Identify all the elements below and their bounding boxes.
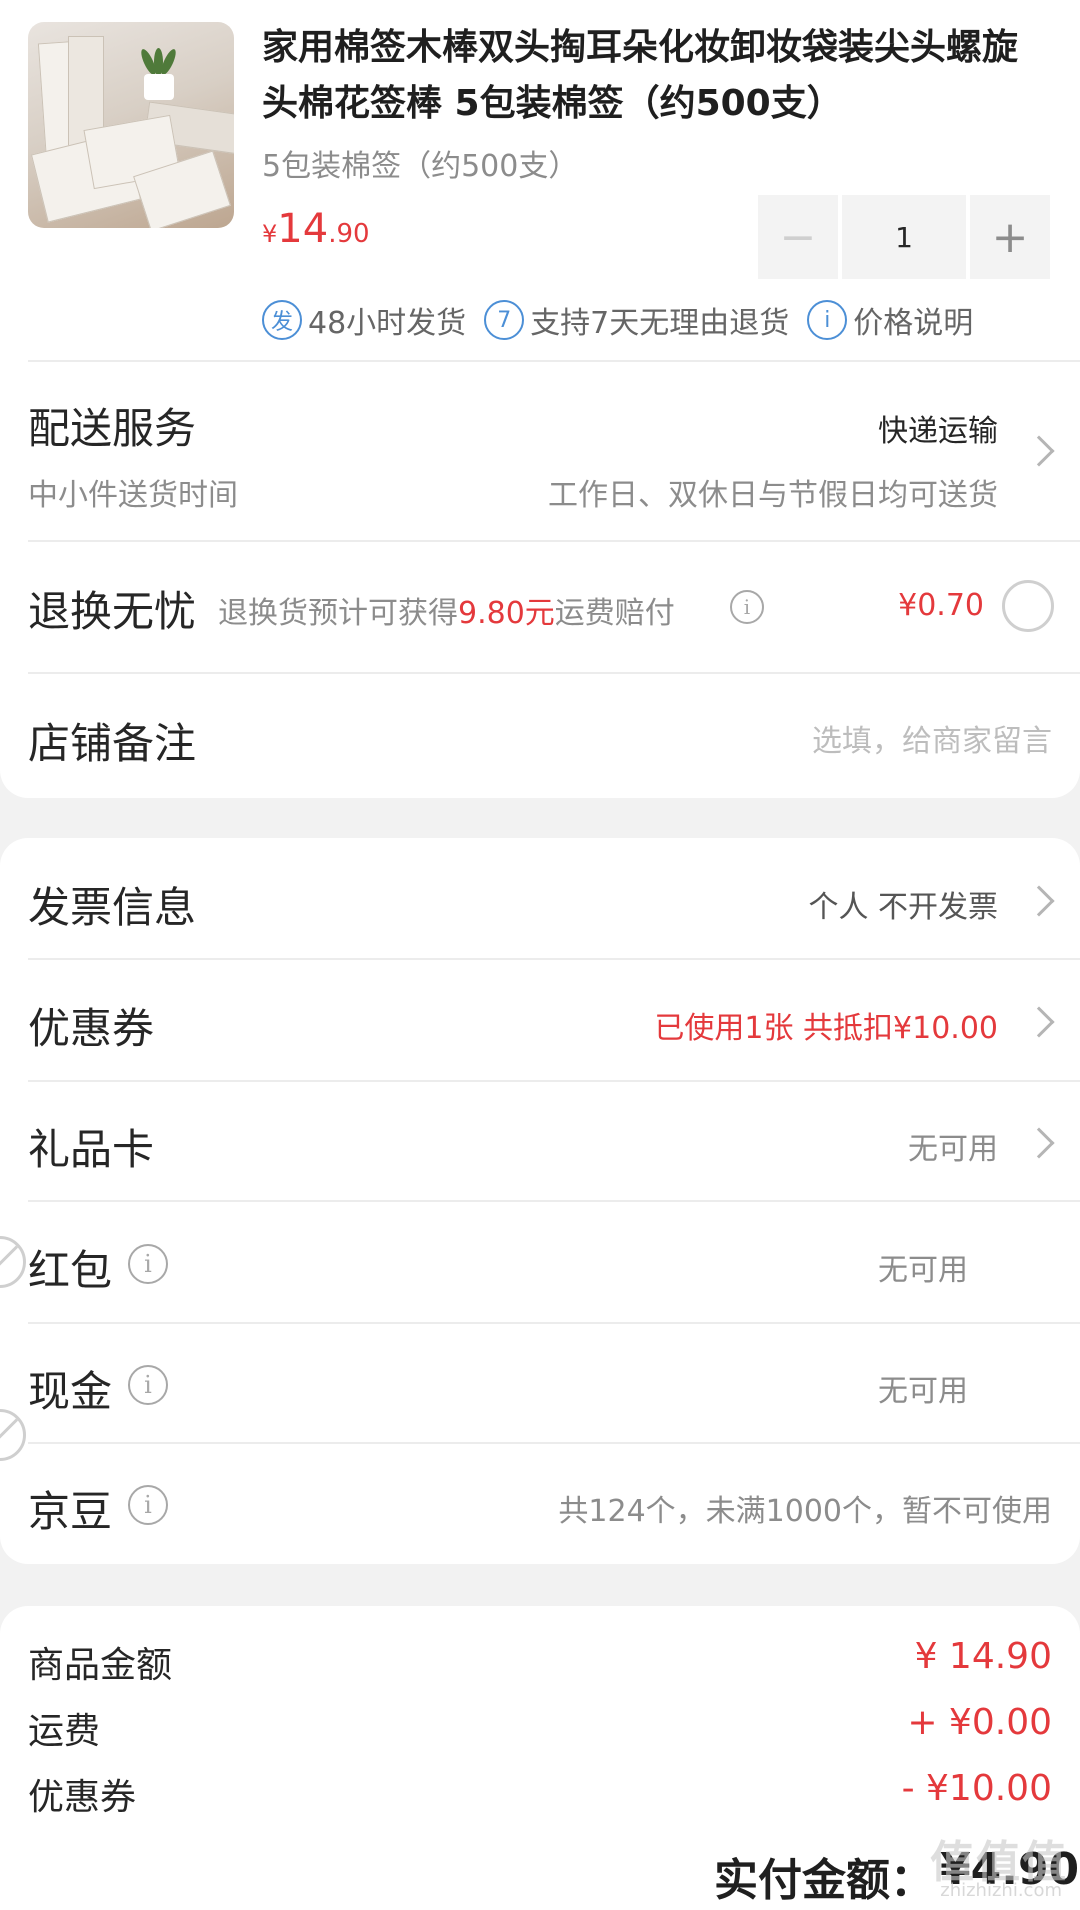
price-currency: ¥: [262, 220, 278, 248]
product-spec: 5包装棉签（约500支）: [262, 149, 579, 184]
return-desc: 退换货预计可获得9.80元运费赔付: [218, 588, 675, 632]
total-label: 实付金额：: [714, 1855, 934, 1906]
coupon-value[interactable]: 已使用1张 共抵扣¥10.00: [654, 1003, 998, 1047]
unavailable-icon: [0, 1409, 26, 1461]
divider: [28, 540, 1080, 542]
return-desc-suffix: 运费赔付: [554, 596, 675, 631]
delivery-time-value: 工作日、双休日与节假日均可送货: [548, 478, 998, 513]
giftcard-value[interactable]: 无可用: [908, 1124, 998, 1168]
divider: [28, 1322, 1080, 1324]
freight-label: 运费: [28, 1711, 101, 1752]
product-price: ¥14.90: [262, 206, 370, 252]
payment-options-card: 发票信息 个人 不开发票 优惠券 已使用1张 共抵扣¥10.00 礼品卡 无可用…: [0, 838, 1080, 1564]
giftcard-label: 礼品卡: [28, 1125, 155, 1174]
coupon-label: 优惠券: [28, 1004, 155, 1053]
cash-value: 无可用: [878, 1374, 968, 1409]
return-desc-prefix: 退换货预计可获得: [218, 596, 458, 631]
chevron-right-icon[interactable]: [1023, 1006, 1055, 1038]
divider: [28, 1080, 1080, 1082]
watermark-url: zhizhizhi.com: [940, 1880, 1062, 1901]
product-title[interactable]: 家用棉签木棒双头掏耳朵化妆卸妆袋装尖头螺旋头棉花签棒 5包装棉签（约500支）: [262, 20, 1052, 132]
unavailable-icon: [0, 1236, 26, 1288]
store-note-input[interactable]: 选填，给商家留言: [812, 716, 1052, 760]
quantity-stepper: − 1 +: [758, 195, 1050, 279]
store-note-label: 店铺备注: [28, 719, 197, 768]
redpacket-value: 无可用: [878, 1253, 968, 1288]
jingdou-value: 共124个，未满1000个，暂不可使用: [558, 1494, 1052, 1529]
price-integer: 14: [277, 206, 329, 252]
delivery-method[interactable]: 快递运输: [878, 406, 998, 450]
divider: [28, 958, 1080, 960]
freight-value: + ¥0.00: [907, 1702, 1052, 1743]
order-items-card: 家用棉签木棒双头掏耳朵化妆卸妆袋装尖头螺旋头棉花签棒 5包装棉签（约500支） …: [0, 0, 1080, 798]
price-decimal: .90: [328, 219, 370, 249]
coupon-summary-label: 优惠券: [28, 1777, 137, 1818]
divider: [28, 1442, 1080, 1444]
jingdou-label: 京豆: [28, 1487, 113, 1536]
return-price: ¥0.70: [898, 588, 984, 623]
info-icon[interactable]: i: [730, 590, 764, 624]
delivery-time-label: 中小件送货时间: [28, 478, 238, 513]
delivery-label: 配送服务: [28, 404, 197, 453]
divider: [28, 1200, 1080, 1202]
return-desc-amount: 9.80元: [458, 596, 555, 631]
product-image[interactable]: [28, 22, 234, 228]
price-info-icon[interactable]: i: [807, 300, 848, 340]
quantity-value[interactable]: 1: [842, 195, 966, 279]
return-badge-icon: 7: [484, 300, 525, 340]
invoice-value[interactable]: 个人 不开发票: [808, 882, 998, 926]
divider: [28, 672, 1080, 674]
invoice-label: 发票信息: [28, 883, 197, 932]
goods-amount-value: ¥ 14.90: [914, 1636, 1052, 1677]
coupon-summary-value: - ¥10.00: [901, 1768, 1052, 1809]
redpacket-label: 红包: [28, 1246, 113, 1295]
goods-amount-label: 商品金额: [28, 1645, 173, 1686]
chevron-right-icon[interactable]: [1023, 1127, 1055, 1159]
service-badges: 发 48小时发货 7 支持7天无理由退货 i 价格说明: [262, 298, 973, 342]
cash-label: 现金: [28, 1367, 113, 1416]
price-summary-card: 商品金额 ¥ 14.90 运费 + ¥0.00 优惠券 - ¥10.00 实付金…: [0, 1606, 1080, 1910]
return-badge-label: 支持7天无理由退货: [530, 306, 790, 341]
info-icon[interactable]: i: [128, 1485, 168, 1525]
return-label: 退换无忧: [28, 587, 197, 636]
chevron-right-icon[interactable]: [1023, 435, 1055, 467]
price-info-label[interactable]: 价格说明: [853, 298, 973, 342]
radio-unchecked-icon[interactable]: [1002, 580, 1054, 632]
chevron-right-icon[interactable]: [1023, 885, 1055, 917]
ship-badge-icon: 发: [262, 300, 302, 340]
divider: [28, 360, 1080, 362]
info-icon[interactable]: i: [128, 1244, 168, 1284]
ship-badge-label: 48小时发货: [308, 306, 467, 341]
info-icon[interactable]: i: [128, 1365, 168, 1405]
quantity-decrease-button[interactable]: −: [758, 195, 838, 279]
quantity-increase-button[interactable]: +: [970, 195, 1050, 279]
